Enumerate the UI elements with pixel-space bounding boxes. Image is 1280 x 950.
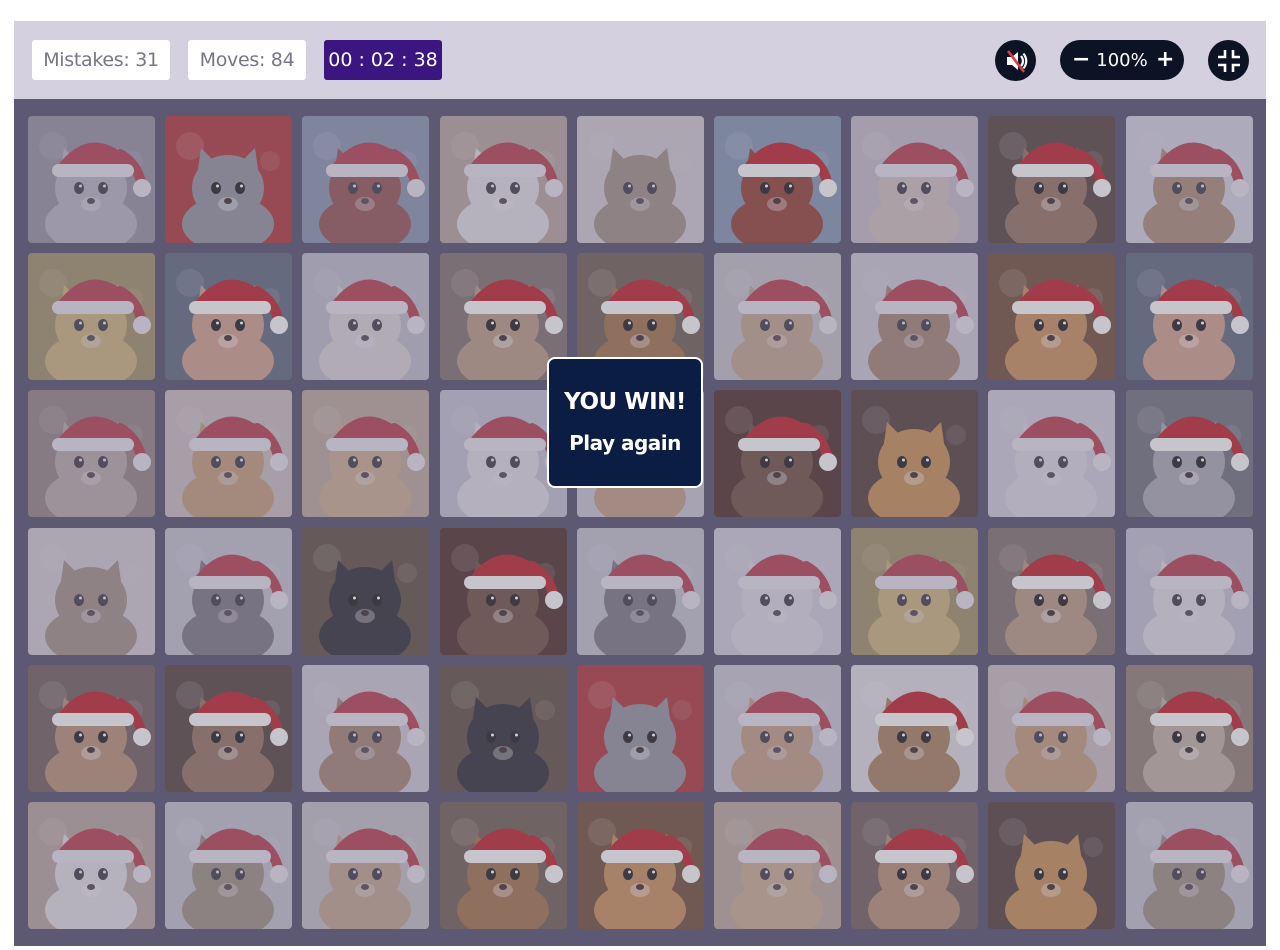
exit-fullscreen-icon xyxy=(1217,49,1240,72)
top-toolbar: Mistakes: 31 Moves: 84 00 : 02 : 38 − 10… xyxy=(14,21,1266,99)
zoom-out-button[interactable]: − xyxy=(1072,40,1090,80)
board-dim-overlay xyxy=(14,99,1266,946)
exit-fullscreen-button[interactable] xyxy=(1208,40,1249,81)
win-dialog: YOU WIN! Play again xyxy=(547,357,703,488)
win-title: YOU WIN! xyxy=(564,389,686,415)
zoom-control: − 100% + xyxy=(1060,40,1184,80)
mistakes-counter: Mistakes: 31 xyxy=(32,40,170,80)
play-again-button[interactable]: Play again xyxy=(549,431,701,455)
speaker-muted-icon xyxy=(1006,49,1027,73)
zoom-level: 100% xyxy=(1096,49,1148,71)
game-timer: 00 : 02 : 38 xyxy=(324,40,442,80)
moves-counter: Moves: 84 xyxy=(188,40,306,80)
sound-toggle-button[interactable] xyxy=(995,40,1036,81)
zoom-in-button[interactable]: + xyxy=(1156,40,1174,80)
card-board xyxy=(14,99,1266,946)
